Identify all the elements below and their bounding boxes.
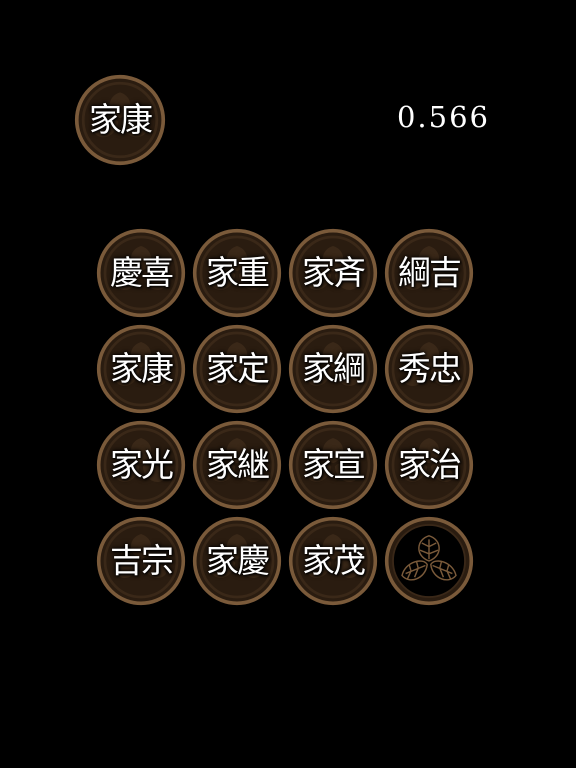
timer: 0.566 bbox=[396, 100, 490, 134]
tile-label: 家茂 bbox=[302, 541, 366, 580]
tile-label: 家重 bbox=[206, 253, 270, 292]
board-tile[interactable]: 綱吉 bbox=[384, 228, 474, 318]
board-tile[interactable]: 家継 bbox=[192, 420, 282, 510]
tile-label: 家継 bbox=[206, 445, 270, 484]
target-name: 家康 bbox=[89, 100, 153, 139]
board-tile[interactable]: 家慶 bbox=[192, 516, 282, 606]
board-tile[interactable]: 家光 bbox=[96, 420, 186, 510]
tile-label: 家定 bbox=[206, 349, 270, 388]
tile-label: 家宣 bbox=[302, 445, 366, 484]
crest-board: 慶喜 家重 家斉 綱吉 家康 家定 家綱 秀忠 家光 家継 家宣 家治 吉宗 家… bbox=[96, 228, 480, 612]
board-tile[interactable]: 家康 bbox=[96, 324, 186, 414]
tile-label: 吉宗 bbox=[110, 541, 174, 580]
board-tile[interactable]: 家治 bbox=[384, 420, 474, 510]
board-tile[interactable]: 家斉 bbox=[288, 228, 378, 318]
tile-label: 家康 bbox=[110, 349, 174, 388]
tile-label: 家光 bbox=[110, 445, 174, 484]
board-tile[interactable]: 家宣 bbox=[288, 420, 378, 510]
tile-label: 家斉 bbox=[302, 253, 366, 292]
tile-label: 家治 bbox=[398, 445, 462, 484]
tile-label: 家慶 bbox=[206, 541, 270, 580]
tile-label: 家綱 bbox=[302, 349, 366, 388]
tile-label: 綱吉 bbox=[398, 253, 462, 292]
board-tile[interactable]: 家綱 bbox=[288, 324, 378, 414]
board-tile[interactable]: 慶喜 bbox=[96, 228, 186, 318]
aoi-crest-icon bbox=[384, 516, 474, 606]
tile-label: 慶喜 bbox=[110, 253, 174, 292]
board-tile[interactable]: 吉宗 bbox=[96, 516, 186, 606]
board-tile[interactable]: 家茂 bbox=[288, 516, 378, 606]
board-empty-slot[interactable] bbox=[384, 516, 474, 606]
board-tile[interactable]: 家定 bbox=[192, 324, 282, 414]
board-tile[interactable]: 家重 bbox=[192, 228, 282, 318]
tile-label: 秀忠 bbox=[398, 349, 462, 388]
target-crest: 家康 bbox=[74, 74, 166, 166]
board-tile[interactable]: 秀忠 bbox=[384, 324, 474, 414]
